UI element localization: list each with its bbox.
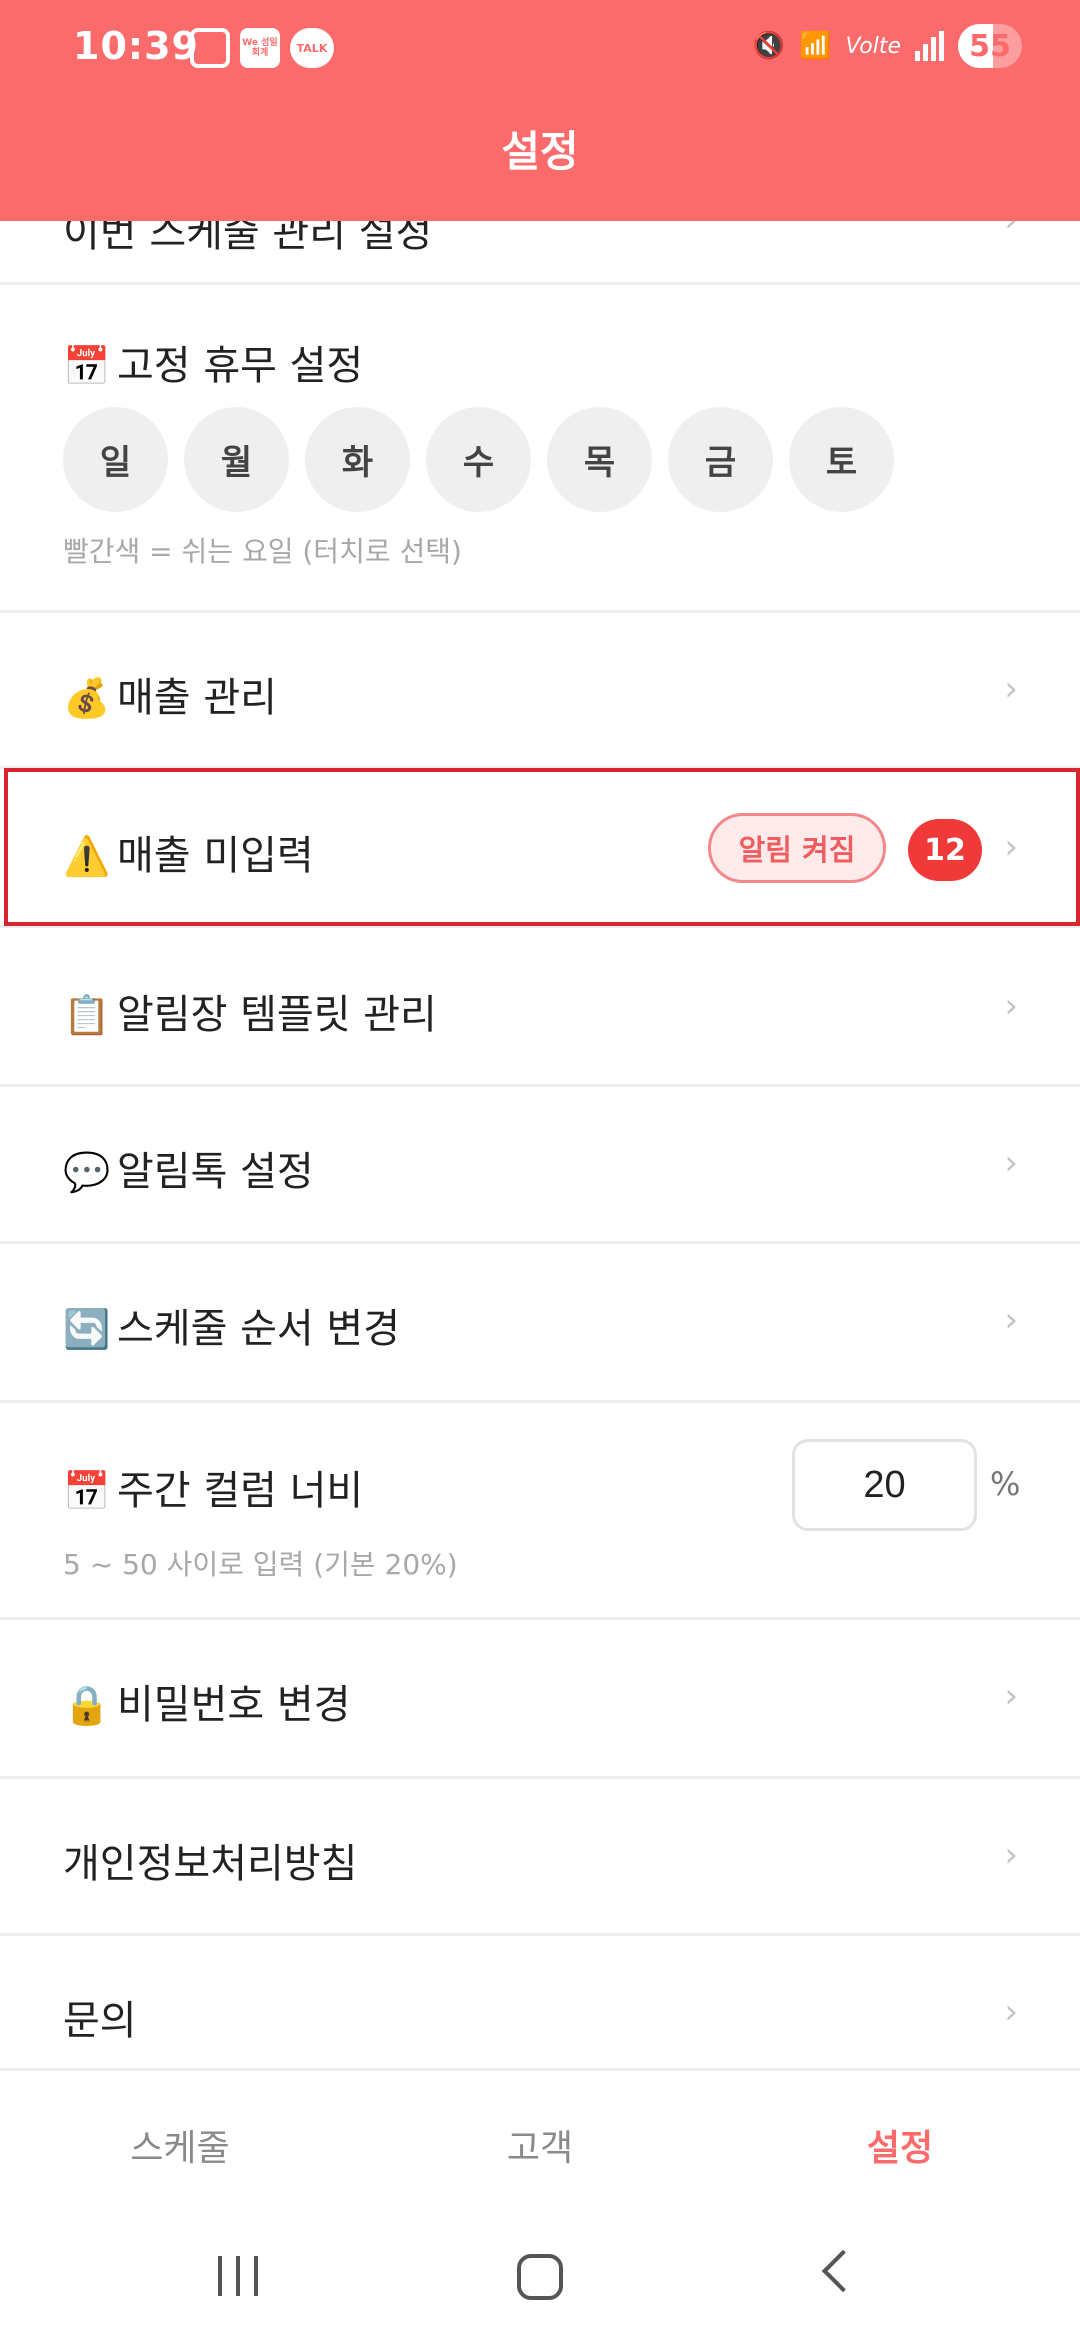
speech-bubble-icon: 💬	[63, 1150, 111, 1194]
weekday-selector: 일 월 화 수 목 금 토	[63, 407, 894, 512]
schedule-order-label: 🔄 스케줄 순서 변경	[63, 1296, 400, 1354]
volte-label: Volte	[845, 33, 902, 59]
money-bag-icon: 💰	[63, 676, 111, 720]
chevron-right-icon: ›	[1004, 669, 1018, 709]
day-button-sun[interactable]: 일	[63, 407, 168, 512]
settings-row-inquiry[interactable]: 문의 ›	[0, 1936, 1080, 2068]
privacy-title: 개인정보처리방침	[63, 1841, 358, 1887]
chevron-right-icon: ›	[1004, 1676, 1018, 1716]
battery-level: 55	[969, 28, 1011, 64]
day-button-wed[interactable]: 수	[426, 407, 531, 512]
tab-customer[interactable]: 고객	[360, 2119, 720, 2171]
fixed-holiday-label: 📅 고정 휴무 설정	[63, 333, 363, 391]
status-time: 10:39	[73, 24, 199, 68]
settings-list[interactable]: 이번 스케줄 관리 설정 › 📅고정 휴무 설정 일 월 화 수 목 금 토 빨…	[0, 0, 1080, 2068]
chevron-right-icon: ›	[1004, 1835, 1018, 1875]
refresh-icon: 🔄	[63, 1307, 111, 1351]
settings-row-sales[interactable]: 💰 매출 관리 ›	[0, 613, 1080, 769]
app-header: 10:39 We 성일회계 TALK 🔇 📶 Volte 55 설정	[0, 0, 1080, 221]
template-label: 📋 알림장 템플릿 관리	[63, 982, 437, 1040]
day-button-fri[interactable]: 금	[668, 407, 773, 512]
notification-on-pill[interactable]: 알림 켜짐	[708, 813, 886, 883]
chevron-right-icon: ›	[1004, 1300, 1018, 1340]
percent-unit: %	[990, 1465, 1021, 1503]
page-title: 설정	[501, 127, 579, 176]
settings-row-alimtalk[interactable]: 💬 알림톡 설정 ›	[0, 1087, 1080, 1244]
sales-label: 💰 매출 관리	[63, 665, 277, 723]
bottom-tab-bar: 스케줄 고객 설정	[0, 2068, 1080, 2216]
mute-icon: 🔇	[752, 31, 786, 61]
alimtalk-title: 알림톡 설정	[117, 1149, 314, 1195]
wifi-icon: 📶	[799, 31, 832, 61]
back-icon[interactable]	[821, 2249, 865, 2293]
signal-icon	[915, 31, 944, 61]
chevron-right-icon: ›	[1004, 986, 1018, 1026]
day-button-mon[interactable]: 월	[184, 407, 289, 512]
settings-row-password[interactable]: 🔒 비밀번호 변경 ›	[0, 1620, 1080, 1779]
password-label: 🔒 비밀번호 변경	[63, 1672, 351, 1730]
chevron-right-icon: ›	[1004, 1992, 1018, 2032]
template-title: 알림장 템플릿 관리	[117, 992, 437, 1038]
fixed-holiday-title: 고정 휴무 설정	[117, 343, 364, 389]
lock-icon: 🔒	[63, 1683, 111, 1727]
sales-title: 매출 관리	[117, 675, 277, 721]
fixed-holiday-hint: 빨간색 = 쉬는 요일 (터치로 선택)	[63, 535, 462, 568]
inquiry-title: 문의	[63, 1998, 137, 2044]
calendar-icon: 📅	[63, 344, 111, 388]
day-button-sat[interactable]: 토	[789, 407, 894, 512]
screenshot-icon	[190, 28, 230, 68]
recent-apps-icon[interactable]	[218, 2256, 258, 2296]
day-button-thu[interactable]: 목	[547, 407, 652, 512]
column-width-input[interactable]	[792, 1439, 977, 1531]
column-width-hint: 5 ~ 50 사이로 입력 (기본 20%)	[63, 1548, 458, 1581]
status-bar: 10:39 We 성일회계 TALK 🔇 📶 Volte 55	[0, 0, 1080, 96]
battery-icon: 55	[958, 24, 1022, 68]
settings-row-schedule-order[interactable]: 🔄 스케줄 순서 변경 ›	[0, 1244, 1080, 1403]
password-title: 비밀번호 변경	[117, 1682, 351, 1728]
app-notification-icon: We 성일회계	[240, 28, 280, 68]
calendar-icon: 📅	[63, 1469, 111, 1513]
day-button-tue[interactable]: 화	[305, 407, 410, 512]
alimtalk-label: 💬 알림톡 설정	[63, 1139, 314, 1197]
tab-settings[interactable]: 설정	[720, 2119, 1080, 2171]
system-nav-bar	[0, 2216, 1080, 2340]
settings-row-template[interactable]: 📋 알림장 템플릿 관리 ›	[0, 928, 1080, 1087]
tab-schedule[interactable]: 스케줄	[0, 2119, 360, 2171]
missing-count-badge: 12	[908, 819, 982, 881]
home-icon[interactable]	[517, 2254, 563, 2300]
schedule-order-title: 스케줄 순서 변경	[117, 1306, 401, 1352]
settings-row-privacy[interactable]: 개인정보처리방침 ›	[0, 1779, 1080, 1936]
kakaotalk-icon: TALK	[290, 28, 334, 68]
column-width-label: 📅 주간 컬럼 너비	[63, 1458, 363, 1516]
notification-icons: We 성일회계 TALK	[190, 28, 334, 68]
clipboard-icon: 📋	[63, 993, 111, 1037]
column-width-title: 주간 컬럼 너비	[117, 1468, 364, 1514]
chevron-right-icon: ›	[1004, 1143, 1018, 1183]
system-status: 🔇 📶 Volte 55	[753, 24, 1022, 68]
